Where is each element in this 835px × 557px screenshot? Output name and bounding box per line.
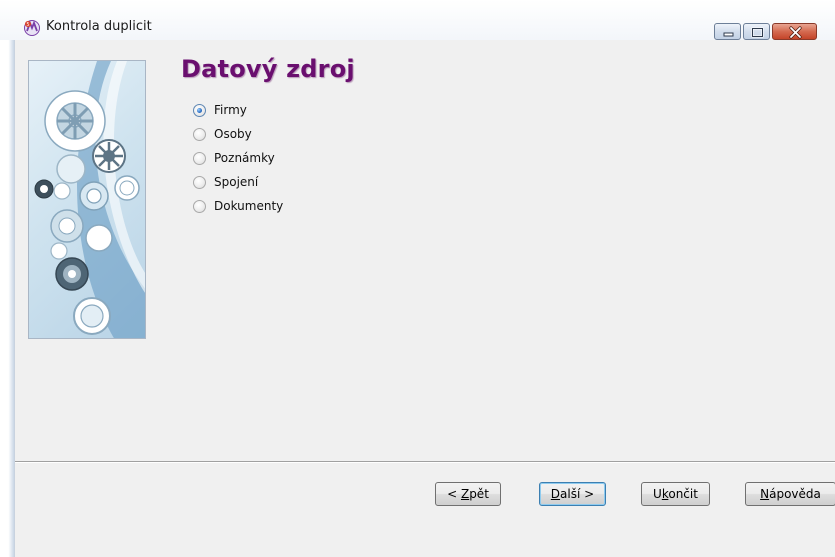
title-bar[interactable]: 5 Kontrola duplicit (0, 0, 835, 40)
close-icon (789, 26, 802, 39)
radio-label: Dokumenty (214, 199, 284, 213)
minimize-icon (723, 32, 734, 37)
footer-separator (15, 461, 835, 463)
radio-button[interactable] (193, 152, 206, 165)
radio-button-checked[interactable] (193, 104, 206, 117)
wizard-window: 5 Kontrola duplicit Datový zdroj Firmy O… (0, 0, 835, 557)
app-icon: 5 (24, 20, 40, 36)
gears-illustration-icon (34, 61, 145, 338)
back-button[interactable]: < Zpět (435, 482, 501, 506)
radio-selected-dot (197, 108, 202, 113)
maximize-button[interactable] (743, 23, 770, 40)
window-left-edge (0, 0, 14, 557)
radio-label: Firmy (214, 103, 247, 117)
window-title: Kontrola duplicit (46, 19, 152, 34)
wizard-client-area: Datový zdroj Firmy Osoby Poznámky Spojen… (14, 40, 835, 557)
maximize-icon (751, 27, 764, 38)
radio-button[interactable] (193, 176, 206, 189)
next-button[interactable]: Další > (539, 482, 606, 506)
radio-label: Poznámky (214, 151, 275, 165)
svg-text:5: 5 (26, 22, 29, 28)
radio-button[interactable] (193, 128, 206, 141)
minimize-button[interactable] (714, 23, 741, 40)
finish-button[interactable]: Ukončit (641, 482, 710, 506)
radio-button[interactable] (193, 200, 206, 213)
radio-label: Osoby (214, 127, 252, 141)
radio-label: Spojení (214, 175, 259, 189)
help-button[interactable]: Nápověda (745, 482, 835, 506)
close-button[interactable] (772, 23, 817, 40)
wizard-banner-image (28, 60, 146, 339)
page-title: Datový zdroj (181, 55, 355, 83)
